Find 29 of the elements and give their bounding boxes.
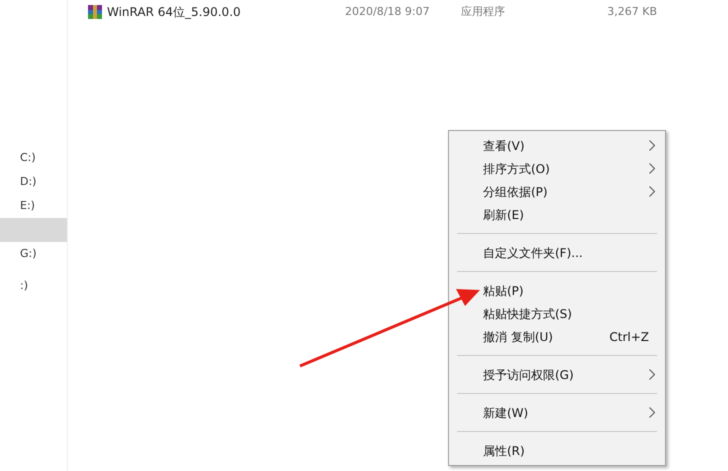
- drive-item[interactable]: G:): [0, 242, 67, 266]
- menu-item[interactable]: 分组依据(P): [449, 180, 665, 203]
- menu-item[interactable]: 属性(R): [449, 439, 665, 462]
- file-name: WinRAR 64位_5.90.0.0: [107, 4, 242, 21]
- drive-item[interactable]: D:): [0, 170, 67, 194]
- menu-item[interactable]: 粘贴(P): [449, 279, 665, 302]
- drive-item[interactable]: [0, 218, 67, 242]
- drive-item[interactable]: C:): [0, 146, 67, 170]
- chevron-right-icon: [649, 407, 655, 418]
- menu-item[interactable]: 自定义文件夹(F)...: [449, 241, 665, 264]
- menu-item[interactable]: 撤消 复制(U) Ctrl+Z: [449, 325, 665, 348]
- menu-item[interactable]: 查看(V): [449, 134, 665, 157]
- chevron-right-icon: [649, 163, 655, 174]
- drive-item[interactable]: E:): [0, 194, 67, 218]
- file-size: 3,267 KB: [606, 4, 657, 20]
- file-type: 应用程序: [461, 4, 506, 20]
- file-row[interactable]: WinRAR 64位_5.90.0.0 2020/8/18 9:07 应用程序 3,267 KB: [68, 2, 728, 22]
- menu-item[interactable]: 粘贴快捷方式(S): [449, 302, 665, 325]
- menu-item[interactable]: 刷新(E): [449, 203, 665, 226]
- archive-icon: [87, 4, 103, 20]
- chevron-right-icon: [649, 140, 655, 151]
- file-date: 2020/8/18 9:07: [345, 4, 431, 20]
- chevron-right-icon: [649, 369, 655, 380]
- menu-item[interactable]: 授予访问权限(G): [449, 363, 665, 386]
- drive-item[interactable]: :): [0, 274, 67, 298]
- menu-item[interactable]: 新建(W): [449, 401, 665, 424]
- chevron-right-icon: [649, 186, 655, 197]
- shortcut-label: Ctrl+Z: [609, 328, 649, 346]
- menu-item[interactable]: 排序方式(O): [449, 157, 665, 180]
